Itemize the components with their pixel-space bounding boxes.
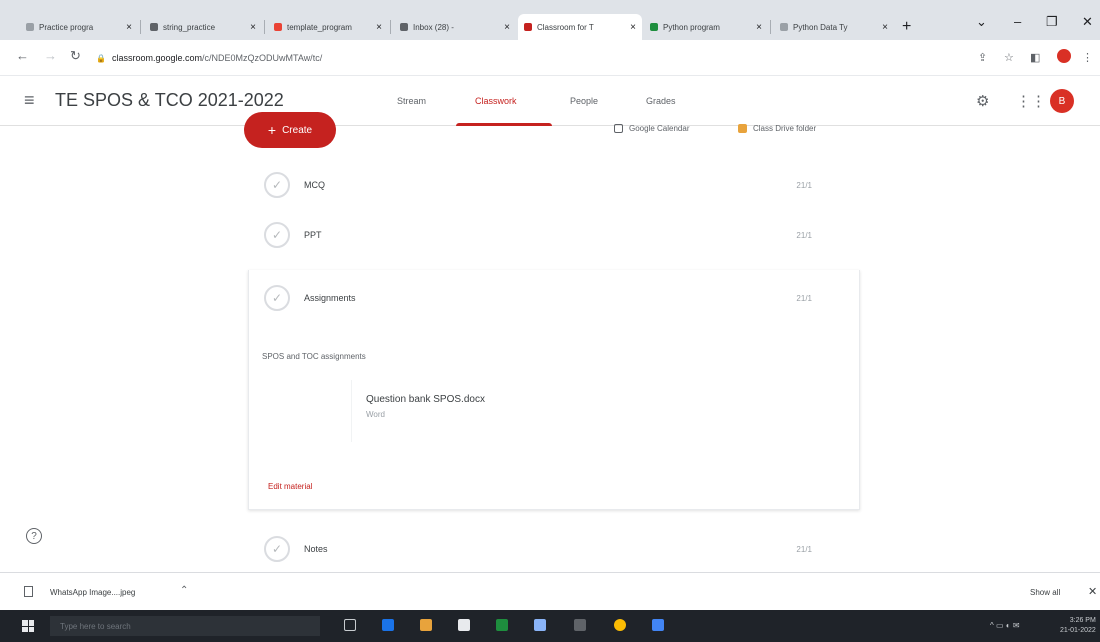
address-bar-row: ← → ↻ 🔒 classroom.google.com /c/NDE0MzQz… xyxy=(0,40,1100,76)
hamburger-menu-icon[interactable]: ≡ xyxy=(24,90,35,111)
close-icon[interactable]: ✕ xyxy=(1088,585,1097,598)
task-view-icon[interactable] xyxy=(344,619,356,631)
reload-icon[interactable]: ↻ xyxy=(70,48,81,64)
tab-divider xyxy=(390,20,391,34)
chevron-down-icon[interactable]: ⌄ xyxy=(976,14,987,30)
new-tab-button[interactable]: + xyxy=(902,18,911,36)
taskbar-clock[interactable]: 3:26 PM 21-01-2022 xyxy=(1060,616,1096,636)
mail-icon xyxy=(400,23,408,31)
minimize-icon[interactable]: – xyxy=(1014,14,1021,29)
lock-icon: 🔒 xyxy=(96,53,106,63)
material-description: SPOS and TOC assignments xyxy=(262,352,366,361)
url-field[interactable]: 🔒 classroom.google.com /c/NDE0MzQzODUwMT… xyxy=(96,48,956,68)
doc-icon xyxy=(780,23,788,31)
attachment-type: Word xyxy=(366,410,385,419)
attachment-card[interactable]: Question bank SPOS.docx Word xyxy=(288,380,558,442)
assignment-icon: ✓ xyxy=(264,222,290,248)
back-arrow-icon[interactable]: ← xyxy=(16,48,29,63)
file-explorer-icon[interactable] xyxy=(420,619,432,631)
attachment-thumbnail xyxy=(288,380,352,442)
apps-grid-icon[interactable]: ⋮⋮ xyxy=(1016,92,1046,110)
close-icon[interactable]: × xyxy=(370,22,382,33)
system-tray-icons[interactable]: ^ ▭ ◐ ✉ xyxy=(990,621,1020,630)
windows-start-icon[interactable] xyxy=(22,620,34,632)
classroom-header: ≡ TE SPOS & TCO 2021-2022 Stream Classwo… xyxy=(0,76,1100,126)
create-button[interactable]: + Create xyxy=(244,112,336,148)
classroom-icon xyxy=(524,23,532,31)
spreadsheet-app-icon[interactable] xyxy=(496,619,508,631)
edge-icon[interactable] xyxy=(382,619,394,631)
class-drive-folder-link[interactable]: Class Drive folder xyxy=(738,124,816,133)
close-icon[interactable]: × xyxy=(498,22,510,33)
doc-icon xyxy=(650,23,658,31)
share-icon[interactable]: ⇪ xyxy=(978,51,987,64)
close-icon[interactable]: × xyxy=(750,22,762,33)
download-item-name[interactable]: WhatsApp Image....jpeg xyxy=(50,588,135,597)
tab-stream[interactable]: Stream xyxy=(397,96,426,106)
assignment-icon: ✓ xyxy=(264,172,290,198)
calendar-icon xyxy=(614,124,623,133)
tab-python-data-types[interactable]: Python Data Ty × xyxy=(774,14,894,40)
list-item[interactable]: ✓ PPT 21/1 xyxy=(248,210,858,260)
help-icon[interactable]: ? xyxy=(26,528,42,544)
doc-icon xyxy=(274,23,282,31)
plus-icon: + xyxy=(267,122,277,138)
chrome-icon[interactable] xyxy=(614,619,626,631)
image-file-icon xyxy=(24,586,33,597)
course-title[interactable]: TE SPOS & TCO 2021-2022 xyxy=(55,90,284,111)
settings-gear-icon[interactable]: ⚙ xyxy=(976,92,989,110)
attachment-title: Question bank SPOS.docx xyxy=(366,394,485,405)
list-item[interactable]: ✓ Notes 21/1 xyxy=(248,524,858,574)
google-calendar-link[interactable]: Google Calendar xyxy=(614,124,689,133)
tab-divider xyxy=(264,20,265,34)
folder-icon xyxy=(738,124,747,133)
tab-people[interactable]: People xyxy=(570,96,598,106)
tab-inbox[interactable]: Inbox (28) - × xyxy=(394,14,516,40)
app-icon[interactable] xyxy=(534,619,546,631)
show-all-button[interactable]: Show all xyxy=(1030,588,1060,597)
assignment-icon: ✓ xyxy=(264,285,290,311)
close-icon[interactable]: × xyxy=(624,22,636,33)
list-item[interactable]: ✓ Assignments 21/1 xyxy=(248,273,858,323)
edit-material-link[interactable]: Edit material xyxy=(268,482,312,491)
close-icon[interactable]: × xyxy=(876,22,888,33)
store-icon[interactable] xyxy=(458,619,470,631)
assignment-icon: ✓ xyxy=(264,536,290,562)
app-icon[interactable] xyxy=(574,619,586,631)
app-icon[interactable] xyxy=(652,619,664,631)
avatar[interactable]: B xyxy=(1050,89,1074,113)
forward-arrow-icon[interactable]: → xyxy=(44,48,57,63)
profile-avatar[interactable] xyxy=(1057,49,1071,63)
star-icon[interactable]: ☆ xyxy=(1004,51,1014,64)
tab-practice-programs[interactable]: Practice progra × xyxy=(20,14,138,40)
tab-divider xyxy=(140,20,141,34)
tab-template-program[interactable]: template_program × xyxy=(268,14,388,40)
doc-icon xyxy=(150,23,158,31)
window-close-icon[interactable]: ✕ xyxy=(1082,14,1093,30)
list-item[interactable]: ✓ MCQ 21/1 xyxy=(248,160,858,210)
tab-classroom[interactable]: Classroom for T × xyxy=(518,14,642,40)
restore-icon[interactable]: ❐ xyxy=(1046,14,1058,30)
windows-taskbar: Type here to search ^ ▭ ◐ ✉ 3:26 PM 21-0… xyxy=(0,610,1100,642)
close-icon[interactable]: × xyxy=(120,22,132,33)
browser-tab-strip: Practice progra × string_practice × temp… xyxy=(0,0,1100,40)
active-tab-indicator xyxy=(456,123,552,126)
close-icon[interactable]: × xyxy=(244,22,256,33)
chevron-up-icon[interactable]: ⌃ xyxy=(180,585,188,596)
tab-grades[interactable]: Grades xyxy=(646,96,676,106)
tab-divider xyxy=(770,20,771,34)
extensions-icon[interactable]: ◧ xyxy=(1030,51,1040,64)
download-shelf: WhatsApp Image....jpeg ⌃ Show all ✕ xyxy=(0,572,1100,610)
tab-python-program[interactable]: Python program × xyxy=(644,14,768,40)
tab-string-practice[interactable]: string_practice × xyxy=(144,14,262,40)
more-vert-icon[interactable]: ⋮ xyxy=(1082,51,1093,64)
tab-classwork[interactable]: Classwork xyxy=(475,96,517,106)
doc-icon xyxy=(26,23,34,31)
taskbar-search-input[interactable]: Type here to search xyxy=(50,616,320,636)
